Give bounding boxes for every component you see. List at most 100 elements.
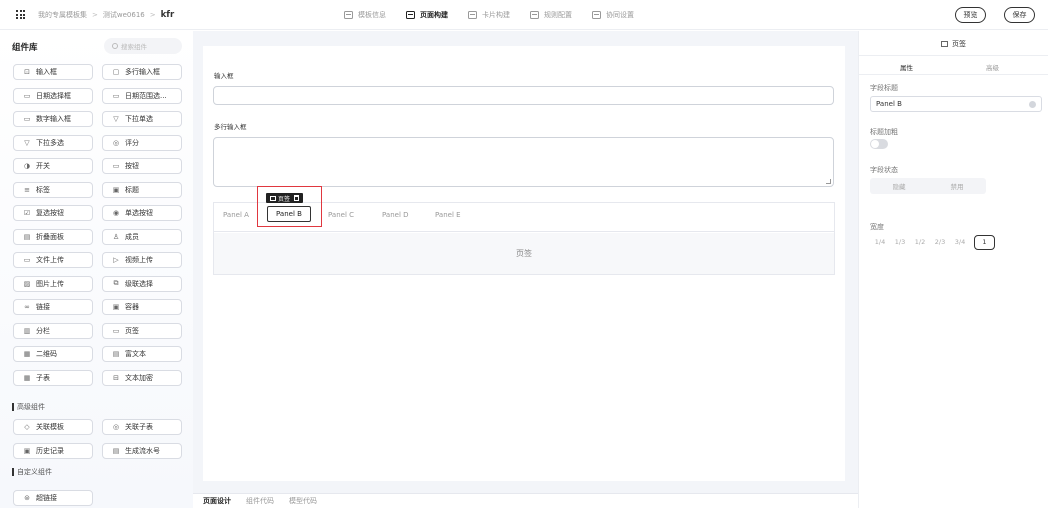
component-item[interactable]: ◑ 开关: [13, 158, 93, 174]
component-label: 视频上传: [125, 256, 153, 264]
component-icon: ▭: [23, 91, 31, 100]
component-icon: ♙: [112, 232, 120, 241]
tab-divider: [214, 231, 834, 232]
clear-icon[interactable]: [1029, 101, 1036, 108]
tab-properties[interactable]: 属性: [899, 62, 914, 75]
width-option-1-2[interactable]: 1/2: [910, 238, 930, 246]
component-icon: ▭: [23, 256, 31, 264]
component-label: 复选按钮: [36, 209, 64, 217]
bold-title-toggle[interactable]: [870, 139, 888, 149]
component-item[interactable]: ▣ 历史记录: [13, 442, 93, 459]
input-field-label: 输入框: [214, 72, 234, 80]
tab-rule-config[interactable]: 规则配置: [530, 10, 572, 20]
selection-label: 页签: [278, 195, 291, 203]
component-icon: ◎: [112, 138, 120, 147]
collab-settings-icon: [592, 11, 601, 19]
panel-tab-a[interactable]: Panel A: [223, 211, 249, 219]
component-item[interactable]: ∞ 链接: [13, 299, 93, 315]
app-grid-icon[interactable]: [16, 10, 25, 19]
tab-card-build[interactable]: 卡片构建: [468, 10, 510, 20]
component-item[interactable]: ▦ 子表: [13, 369, 93, 386]
component-icon: ≡: [24, 185, 30, 194]
component-item[interactable]: ◉ 单选按钮: [102, 205, 182, 221]
tab-page-build[interactable]: 页面构建: [406, 10, 448, 20]
component-label: 关联模板: [36, 423, 64, 431]
field-state-hidden[interactable]: 隐藏: [870, 178, 928, 194]
custom-section-title: 自定义组件: [12, 467, 52, 477]
width-option-full[interactable]: 1: [974, 234, 995, 250]
component-label: 下拉多选: [36, 138, 64, 147]
component-item[interactable]: ⊡ 输入框: [13, 64, 93, 80]
tab-component-code[interactable]: 组件代码: [246, 496, 274, 506]
component-item[interactable]: ▭ 页签: [102, 322, 182, 339]
component-item[interactable]: ◇ 关联模板: [13, 419, 93, 435]
component-icon: ▣: [112, 303, 120, 311]
component-item[interactable]: ☑ 复选按钮: [13, 205, 93, 221]
component-icon: ▣: [112, 185, 120, 194]
tab-template-info[interactable]: 模板信息: [344, 10, 386, 20]
tab-model-code[interactable]: 模型代码: [289, 496, 317, 506]
component-icon: ▽: [113, 115, 119, 123]
component-item[interactable]: ⧉ 级联选择: [102, 275, 182, 292]
divider: [859, 55, 1048, 56]
width-option-2-3[interactable]: 2/3: [930, 238, 950, 246]
preview-button[interactable]: 预览: [955, 7, 986, 23]
properties-panel: 页签 属性 高级 字段标题 Panel B 标题加粗 字段状态 隐藏 禁用 宽度…: [858, 31, 1048, 508]
search-input[interactable]: 搜索组件: [104, 38, 182, 54]
width-option-1-3[interactable]: 1/3: [890, 238, 910, 246]
component-label: 历史记录: [36, 446, 64, 455]
component-item[interactable]: ▤ 富文本: [102, 346, 182, 362]
tab-page-design[interactable]: 页面设计: [203, 496, 231, 506]
field-title-input[interactable]: Panel B: [870, 96, 1042, 112]
component-item[interactable]: ≡ 标签: [13, 181, 93, 198]
component-item[interactable]: ▤ 生成流水号: [102, 442, 182, 459]
breadcrumb-item[interactable]: 我的专属模板集: [38, 11, 87, 19]
component-label: 成员: [125, 232, 139, 241]
component-item[interactable]: ▣ 标题: [102, 181, 182, 198]
component-icon: ◇: [24, 423, 30, 431]
component-item[interactable]: ◎ 关联子表: [102, 419, 182, 435]
component-item[interactable]: ▭ 文件上传: [13, 252, 93, 268]
component-label: 页签: [125, 326, 139, 335]
component-item[interactable]: ♙ 成员: [102, 228, 182, 245]
component-label: 超链接: [36, 494, 57, 502]
tab-label: 模板信息: [358, 11, 386, 19]
component-item[interactable]: ▽ 下拉单选: [102, 111, 182, 127]
component-item[interactable]: ⊜ 超链接: [13, 490, 93, 506]
field-state-disabled[interactable]: 禁用: [928, 178, 986, 194]
tab-advanced[interactable]: 高级: [986, 62, 999, 72]
panel-tab-c[interactable]: Panel C: [328, 211, 354, 219]
width-label: 宽度: [870, 223, 884, 231]
component-item[interactable]: ▭ 数字输入框: [13, 111, 93, 127]
component-item[interactable]: ▽ 下拉多选: [13, 134, 93, 151]
component-item[interactable]: ▭ 按钮: [102, 158, 182, 174]
breadcrumb-item[interactable]: 测试we0616: [103, 11, 145, 19]
component-item[interactable]: ◎ 评分: [102, 134, 182, 151]
component-item[interactable]: ▣ 容器: [102, 299, 182, 315]
component-icon: ∞: [24, 303, 30, 311]
component-item[interactable]: ▭ 日期范围选...: [102, 87, 182, 104]
component-item[interactable]: ▥ 分栏: [13, 322, 93, 339]
panel-tab-e[interactable]: Panel E: [435, 211, 461, 219]
save-button[interactable]: 保存: [1004, 7, 1035, 23]
component-item[interactable]: ▤ 折叠面板: [13, 228, 93, 245]
tabs-component-icon: [941, 41, 948, 47]
tab-collab-settings[interactable]: 协同设置: [592, 10, 634, 20]
component-item[interactable]: ▦ 二维码: [13, 346, 93, 362]
textarea-field[interactable]: [213, 137, 834, 187]
component-item[interactable]: ▷ 视频上传: [102, 252, 182, 268]
component-label: 评分: [125, 138, 139, 147]
width-option-1-4[interactable]: 1/4: [870, 238, 890, 246]
panel-tab-d[interactable]: Panel D: [382, 211, 409, 219]
input-field[interactable]: [213, 86, 834, 105]
width-option-3-4[interactable]: 3/4: [950, 238, 970, 246]
component-item[interactable]: ▢ 多行输入框: [102, 64, 182, 80]
delete-icon[interactable]: [294, 195, 300, 201]
header-tabs: 模板信息 页面构建 卡片构建 规则配置 协同设置: [344, 10, 654, 20]
component-item[interactable]: ▨ 图片上传: [13, 275, 93, 292]
component-item[interactable]: ▭ 日期选择框: [13, 87, 93, 104]
tab-label: 规则配置: [544, 11, 572, 19]
component-item[interactable]: ⊟ 文本加密: [102, 369, 182, 386]
top-header: 我的专属模板集 > 测试we0616 > kfr 模板信息 页面构建 卡片构建 规则配置…: [0, 0, 1048, 30]
resize-handle-icon[interactable]: [826, 179, 831, 184]
